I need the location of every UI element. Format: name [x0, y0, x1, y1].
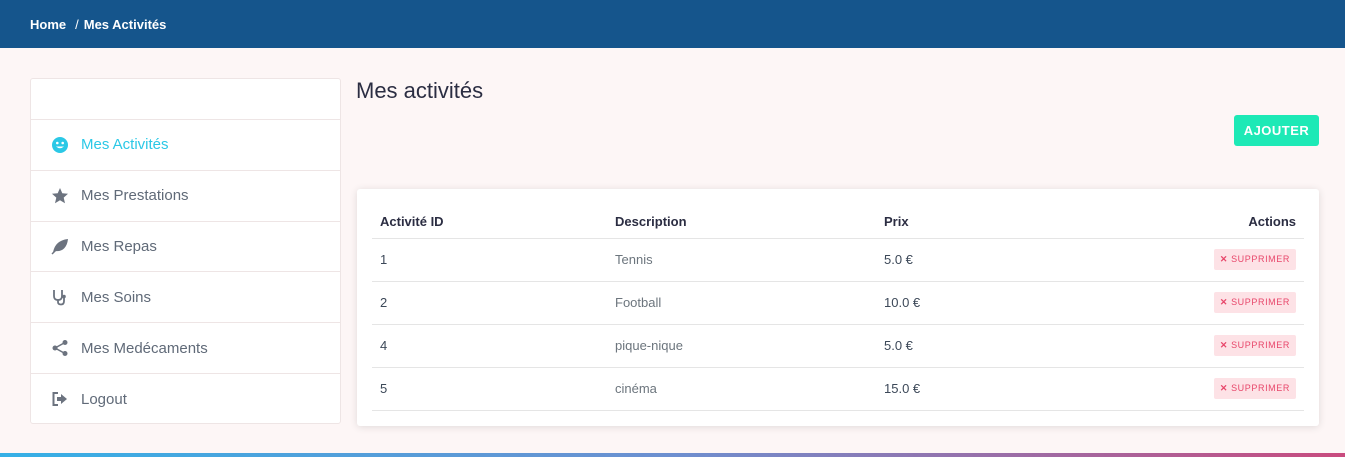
activities-table-card: Activité ID Description Prix Actions 1 T…: [357, 189, 1319, 426]
cell-id: 4: [372, 324, 607, 368]
table-row: 4 pique-nique 5.0 € ✕ SUPPRIMER: [372, 324, 1304, 368]
column-header-prix: Prix: [876, 205, 1076, 239]
sidebar-item-label: Logout: [81, 390, 127, 408]
breadcrumb-home[interactable]: Home: [30, 17, 66, 32]
logout-icon: [51, 390, 69, 408]
page-title: Mes activités: [356, 78, 484, 103]
breadcrumb: Home / Mes Activités: [0, 0, 1345, 48]
cell-prix: 5.0 €: [876, 238, 1076, 282]
cell-prix: 10.0 €: [876, 281, 1076, 325]
delete-label: SUPPRIMER: [1231, 383, 1290, 393]
delete-button[interactable]: ✕ SUPPRIMER: [1213, 292, 1296, 313]
footer-gradient-line: [0, 453, 1345, 457]
delete-button[interactable]: ✕ SUPPRIMER: [1213, 249, 1296, 270]
delete-button[interactable]: ✕ SUPPRIMER: [1213, 335, 1296, 356]
delete-label: SUPPRIMER: [1231, 297, 1290, 307]
table-header-row: Activité ID Description Prix Actions: [372, 205, 1304, 239]
cell-id: 5: [372, 367, 607, 411]
close-icon: ✕: [1219, 340, 1229, 350]
add-button[interactable]: AJOUTER: [1234, 115, 1319, 146]
table-row: 2 Football 10.0 € ✕ SUPPRIMER: [372, 281, 1304, 325]
cell-description: cinéma: [607, 367, 876, 411]
cell-actions: ✕ SUPPRIMER: [1076, 238, 1304, 282]
close-icon: ✕: [1219, 297, 1229, 307]
close-icon: ✕: [1219, 383, 1229, 393]
close-icon: ✕: [1219, 254, 1229, 264]
sidebar-item-label: Mes Repas: [81, 237, 157, 255]
sidebar-item-repas[interactable]: Mes Repas: [31, 222, 340, 273]
cell-id: 2: [372, 281, 607, 325]
stethoscope-icon: [51, 288, 69, 306]
star-icon: [51, 187, 69, 205]
table-row: 5 cinéma 15.0 € ✕ SUPPRIMER: [372, 367, 1304, 411]
sidebar-item-activites[interactable]: Mes Activités: [31, 120, 340, 171]
sidebar-item-label: Mes Prestations: [81, 187, 189, 205]
column-header-id: Activité ID: [372, 205, 607, 239]
cell-description: Football: [607, 281, 876, 325]
cell-prix: 5.0 €: [876, 324, 1076, 368]
sidebar-item-soins[interactable]: Mes Soins: [31, 272, 340, 324]
cell-prix: 15.0 €: [876, 367, 1076, 411]
cell-description: Tennis: [607, 238, 876, 282]
table-row: 1 Tennis 5.0 € ✕ SUPPRIMER: [372, 238, 1304, 282]
delete-label: SUPPRIMER: [1231, 340, 1290, 350]
breadcrumb-current: Mes Activités: [83, 16, 167, 32]
cell-actions: ✕ SUPPRIMER: [1076, 367, 1304, 411]
activities-table: Activité ID Description Prix Actions 1 T…: [372, 205, 1304, 411]
column-header-description: Description: [607, 205, 876, 239]
sidebar-item-prestations[interactable]: Mes Prestations: [31, 171, 340, 222]
breadcrumb-separator: /: [75, 16, 79, 32]
cell-id: 1: [372, 238, 607, 282]
sidebar-item-logout[interactable]: Logout: [31, 374, 340, 425]
column-header-actions: Actions: [1076, 205, 1304, 239]
sidebar-item-label: Mes Soins: [81, 288, 152, 306]
sidebar-item-label: Mes Medécaments: [81, 339, 208, 357]
share-icon: [51, 339, 69, 357]
cell-actions: ✕ SUPPRIMER: [1076, 281, 1304, 325]
cell-description: pique-nique: [607, 324, 876, 368]
smile-icon: [51, 136, 69, 154]
sidebar-item-medecaments[interactable]: Mes Medécaments: [31, 323, 340, 374]
leaf-icon: [51, 237, 69, 256]
delete-button[interactable]: ✕ SUPPRIMER: [1213, 378, 1296, 399]
cell-actions: ✕ SUPPRIMER: [1076, 324, 1304, 368]
sidebar: Mes Activités Mes Prestations Mes Repas …: [30, 78, 341, 424]
delete-label: SUPPRIMER: [1231, 254, 1290, 264]
sidebar-item-label: Mes Activités: [81, 136, 169, 154]
sidebar-header: [31, 79, 340, 120]
